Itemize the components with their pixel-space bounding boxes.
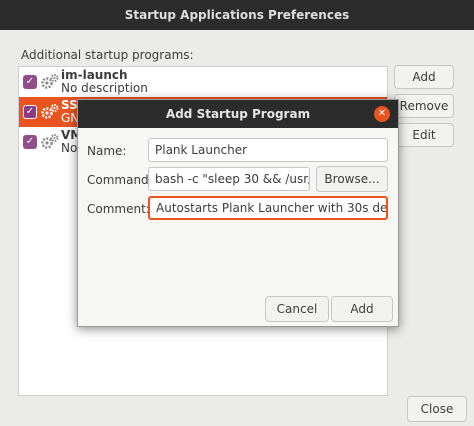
program-description: No bbox=[61, 141, 78, 155]
window-title: Startup Applications Preferences bbox=[124, 8, 350, 22]
checkbox-checked-icon[interactable]: ✓ bbox=[23, 135, 37, 149]
gears-icon bbox=[41, 74, 59, 89]
name-field[interactable]: Plank Launcher bbox=[148, 138, 388, 162]
cancel-button[interactable]: Cancel bbox=[265, 296, 329, 322]
dialog-add-button[interactable]: Add bbox=[331, 296, 393, 322]
program-name: im-launch bbox=[61, 68, 128, 82]
command-field[interactable]: bash -c "sleep 30 && /usr/bin/p bbox=[148, 167, 310, 191]
gears-icon bbox=[41, 104, 59, 119]
dialog-title: Add Startup Program bbox=[165, 107, 311, 121]
list-item[interactable]: ✓ im-launch No description bbox=[19, 67, 387, 97]
gears-icon bbox=[41, 134, 59, 149]
add-button[interactable]: Add bbox=[394, 65, 454, 89]
browse-button[interactable]: Browse... bbox=[316, 166, 388, 192]
checkbox-checked-icon[interactable]: ✓ bbox=[23, 105, 37, 119]
section-label: Additional startup programs: bbox=[21, 48, 194, 62]
program-description: No description bbox=[61, 81, 148, 95]
window-titlebar: Startup Applications Preferences bbox=[0, 0, 474, 30]
comment-label: Comment: bbox=[87, 202, 150, 216]
dialog-titlebar: Add Startup Program bbox=[78, 100, 398, 128]
name-label: Name: bbox=[87, 144, 127, 158]
close-icon[interactable]: ✕ bbox=[374, 106, 390, 122]
command-label: Command: bbox=[87, 173, 153, 187]
edit-button[interactable]: Edit bbox=[394, 123, 454, 147]
checkbox-checked-icon[interactable]: ✓ bbox=[23, 75, 37, 89]
add-startup-program-dialog: Add Startup Program ✕ Name: Plank Launch… bbox=[77, 99, 399, 327]
close-button[interactable]: Close bbox=[407, 396, 467, 422]
comment-field[interactable]: Autostarts Plank Launcher with 30s delay bbox=[148, 196, 388, 220]
remove-button[interactable]: Remove bbox=[394, 94, 454, 118]
